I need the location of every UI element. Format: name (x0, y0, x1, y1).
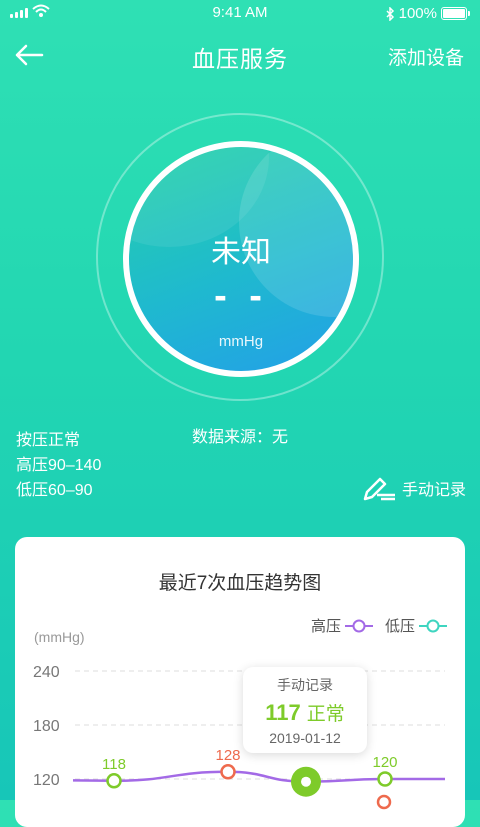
nav-bar: 血压服务 添加设备 (0, 34, 480, 78)
y-tick-label: 240 (33, 664, 60, 681)
data-tooltip: 手动记录 117 正常 2019-01-12 (243, 667, 367, 753)
battery-percent: 100% (398, 5, 437, 22)
data-label: 128 (215, 747, 240, 764)
status-bar: 9:41 AM 100% (0, 0, 480, 26)
battery-icon (441, 7, 467, 20)
bp-status: 未知 (211, 236, 271, 269)
y-tick-label: 180 (33, 718, 60, 735)
bp-gauge: 未知 - - mmHg (123, 141, 359, 377)
data-point (220, 764, 236, 780)
manual-record-label: 手动记录 (401, 482, 466, 499)
add-device-button[interactable]: 添加设备 (388, 43, 464, 70)
tooltip-value: 117 (265, 700, 301, 725)
data-label: 120 (372, 754, 397, 771)
tooltip-date: 2019-01-12 (269, 730, 341, 746)
bp-value: - - (214, 275, 268, 317)
bp-reference-info: 按压正常 高压90–140 低压60–90 (16, 428, 101, 503)
trend-chart: 120 180 240 118 128 120 (33, 664, 445, 810)
data-label: 118 (102, 756, 126, 773)
data-point (106, 773, 122, 789)
bp-unit: mmHg (218, 333, 264, 350)
pen-edit-icon (363, 477, 395, 501)
y-tick-label: 120 (33, 772, 60, 789)
info-line: 高压90–140 (16, 457, 102, 474)
info-line: 低压60–90 (16, 482, 93, 499)
trend-card: 最近7次血压趋势图 高压 低压 (mmHg) 120 180 240 118 128 12… (15, 537, 465, 827)
data-point-low (376, 794, 392, 810)
info-line: 按压正常 (16, 432, 81, 449)
tooltip-status: 正常 (306, 704, 345, 725)
bluetooth-icon (386, 6, 394, 21)
data-point (377, 771, 393, 787)
manual-record-button[interactable]: 手动记录 (362, 474, 466, 502)
data-point-selected-center (301, 776, 311, 787)
tooltip-label: 手动记录 (277, 677, 333, 693)
